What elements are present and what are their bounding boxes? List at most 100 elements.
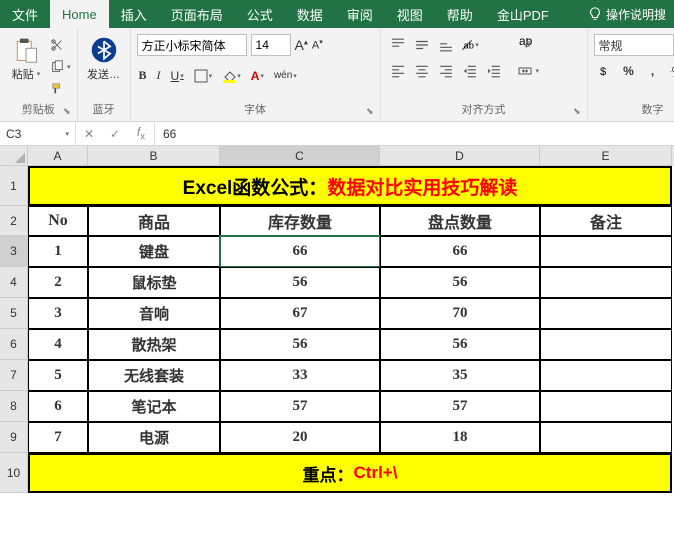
cell-A8[interactable]: 6 [28,391,88,422]
row-header-7[interactable]: 7 [0,360,28,391]
cut-button[interactable] [50,36,71,54]
cell-B7[interactable]: 无线套装 [88,360,220,391]
cell-A9[interactable]: 7 [28,422,88,453]
cell-E8[interactable] [540,391,672,422]
col-header-A[interactable]: A [28,146,88,166]
tab-pdf[interactable]: 金山PDF [485,0,561,28]
tab-file[interactable]: 文件 [0,0,50,28]
cell-D5[interactable]: 70 [380,298,540,329]
bluetooth-send-button[interactable]: 发送… [84,34,124,84]
cell-B4[interactable]: 鼠标垫 [88,267,220,298]
tell-me[interactable]: 操作说明搜 [580,0,674,28]
cell-A7[interactable]: 5 [28,360,88,391]
font-name-select[interactable] [137,34,247,56]
cell-E9[interactable] [540,422,672,453]
cell-C5[interactable]: 67 [220,298,380,329]
cell-E5[interactable] [540,298,672,329]
fill-color-button[interactable]: ▾ [220,67,243,85]
tab-insert[interactable]: 插入 [109,0,159,28]
indent-dec-button[interactable] [459,60,481,82]
hd-note[interactable]: 备注 [540,206,672,236]
merge-center-button[interactable]: ▾ [515,60,581,82]
font-color-button[interactable]: A▾ [249,67,266,85]
underline-button[interactable]: U▾ [169,67,186,85]
col-header-C[interactable]: C [220,146,380,166]
cell-D6[interactable]: 56 [380,329,540,360]
align-left-button[interactable] [387,60,409,82]
enter-formula-button[interactable]: ✓ [102,127,128,141]
cell-B8[interactable]: 笔记本 [88,391,220,422]
indent-inc-button[interactable] [483,60,505,82]
hd-count[interactable]: 盘点数量 [380,206,540,236]
number-format-select[interactable]: 常规 [594,34,674,56]
tab-view[interactable]: 视图 [385,0,435,28]
cell-D4[interactable]: 56 [380,267,540,298]
cell-D8[interactable]: 57 [380,391,540,422]
bold-button[interactable]: B [137,66,149,85]
align-top-button[interactable] [387,34,409,56]
cell-A6[interactable]: 4 [28,329,88,360]
row-header-5[interactable]: 5 [0,298,28,329]
tab-formula[interactable]: 公式 [235,0,285,28]
italic-button[interactable]: I [155,66,163,85]
align-center-button[interactable] [411,60,433,82]
cell-B5[interactable]: 音响 [88,298,220,329]
cell-D3[interactable]: 66 [380,236,540,267]
fx-button[interactable]: fx [128,125,154,142]
phonetic-button[interactable]: wén▾ [272,68,299,83]
inc-decimal-button[interactable]: .0.00 [666,60,674,82]
cell-E6[interactable] [540,329,672,360]
align-bottom-button[interactable] [435,34,457,56]
cell-C3[interactable]: 66 [220,236,380,267]
col-header-D[interactable]: D [380,146,540,166]
font-launcher[interactable]: ⬊ [366,106,374,117]
cell-A3[interactable]: 1 [28,236,88,267]
col-header-B[interactable]: B [88,146,220,166]
align-middle-button[interactable] [411,34,433,56]
currency-button[interactable]: $ [594,60,616,82]
tab-layout[interactable]: 页面布局 [159,0,235,28]
format-painter-button[interactable] [50,80,71,98]
row-header-3[interactable]: 3 [0,236,28,267]
wrap-text-button[interactable]: ab [515,34,581,56]
cell-C4[interactable]: 56 [220,267,380,298]
tab-home[interactable]: Home [50,0,109,28]
row-header-1[interactable]: 1 [0,166,28,206]
cell-B3[interactable]: 键盘 [88,236,220,267]
row-header-9[interactable]: 9 [0,422,28,453]
hd-prod[interactable]: 商品 [88,206,220,236]
orientation-button[interactable]: ab▾ [459,34,481,56]
cell-C8[interactable]: 57 [220,391,380,422]
row-header-4[interactable]: 4 [0,267,28,298]
cell-C6[interactable]: 56 [220,329,380,360]
cell-C9[interactable]: 20 [220,422,380,453]
cancel-formula-button[interactable]: ✕ [76,127,102,141]
align-right-button[interactable] [435,60,457,82]
formula-input[interactable]: 66 [155,122,674,145]
paste-button[interactable]: 粘贴▾ [6,34,46,84]
cell-E3[interactable] [540,236,672,267]
cell-E4[interactable] [540,267,672,298]
align-launcher[interactable]: ⬊ [573,106,581,117]
shrink-font-button[interactable]: A▾ [312,38,323,52]
font-size-select[interactable] [251,34,291,56]
footer-cell[interactable]: 重点：Ctrl+\ [28,453,672,493]
row-header-6[interactable]: 6 [0,329,28,360]
title-cell[interactable]: Excel函数公式：数据对比实用技巧解读 [28,166,672,206]
row-header-10[interactable]: 10 [0,453,28,493]
cell-B9[interactable]: 电源 [88,422,220,453]
hd-no[interactable]: No [28,206,88,236]
clipboard-launcher[interactable]: ⬊ [63,106,71,117]
col-header-E[interactable]: E [540,146,672,166]
comma-button[interactable]: , [642,60,664,82]
tab-review[interactable]: 审阅 [335,0,385,28]
tab-help[interactable]: 帮助 [435,0,485,28]
cell-C7[interactable]: 33 [220,360,380,391]
percent-button[interactable]: % [618,60,640,82]
cell-A5[interactable]: 3 [28,298,88,329]
border-button[interactable]: ▾ [192,67,215,85]
grow-font-button[interactable]: A▴ [295,37,308,53]
row-header-2[interactable]: 2 [0,206,28,236]
row-header-8[interactable]: 8 [0,391,28,422]
cell-A4[interactable]: 2 [28,267,88,298]
